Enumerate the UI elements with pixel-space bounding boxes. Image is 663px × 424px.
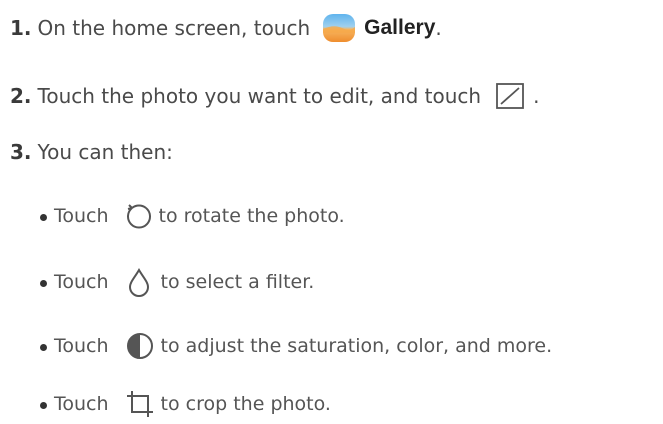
option-text: to rotate the photo.	[158, 205, 345, 227]
option-filter: Touch to select a filter.	[40, 262, 314, 302]
option-adjust: Touch to adjust the saturation, color, a…	[40, 326, 552, 366]
bullet-dot	[40, 279, 47, 287]
option-text: to adjust the saturation, color, and mor…	[160, 335, 553, 357]
step-3: 3. You can then:	[10, 132, 173, 172]
option-word: Touch	[54, 271, 109, 293]
step-text: You can then:	[37, 140, 173, 164]
option-text: to select a filter.	[160, 271, 315, 293]
step-text: On the home screen, touch	[37, 16, 311, 40]
bullet-dot	[40, 213, 47, 221]
option-word: Touch	[54, 205, 109, 227]
step-number: 2.	[10, 84, 32, 108]
crop-icon[interactable]	[125, 389, 155, 419]
option-word: Touch	[54, 393, 109, 415]
edit-icon[interactable]	[495, 82, 525, 110]
step-text-end: .	[533, 84, 540, 108]
step-number: 1.	[10, 16, 32, 40]
adjust-contrast-icon[interactable]	[125, 331, 155, 361]
step-text-end: .	[435, 16, 442, 40]
rotate-icon[interactable]	[123, 200, 155, 232]
gallery-app-name: Gallery	[364, 16, 436, 39]
option-text: to crop the photo.	[160, 393, 331, 415]
step-number: 3.	[10, 140, 32, 164]
step-2: 2. Touch the photo you want to edit, and…	[10, 76, 539, 116]
option-rotate: Touch to rotate the photo.	[40, 196, 345, 236]
bullet-dot	[40, 343, 47, 351]
filter-drop-icon[interactable]	[127, 267, 151, 297]
step-text: Touch the photo you want to edit, and to…	[37, 84, 482, 108]
gallery-app-icon[interactable]	[322, 13, 356, 43]
step-1: 1. On the home screen, touch Gallery .	[10, 8, 442, 48]
option-crop: Touch to crop the photo.	[40, 384, 331, 424]
option-word: Touch	[54, 335, 109, 357]
bullet-dot	[40, 401, 47, 409]
